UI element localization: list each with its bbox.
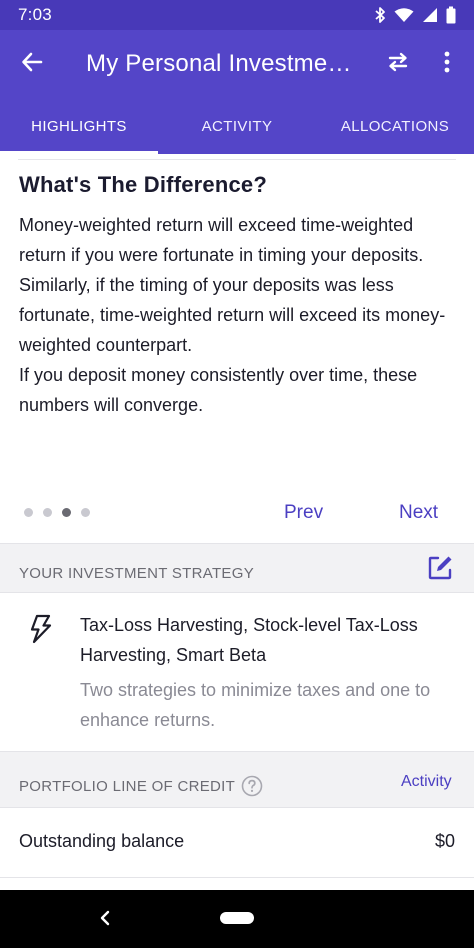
battery-icon — [446, 6, 456, 24]
app-bar: My Personal Investme… — [0, 30, 474, 98]
switch-account-button[interactable] — [380, 46, 416, 82]
nav-back-icon[interactable] — [98, 908, 112, 933]
help-circle-icon[interactable] — [241, 775, 263, 802]
page-dot — [43, 508, 52, 517]
balance-label: Outstanding balance — [19, 831, 185, 851]
highlight-pager: Prev Next — [0, 494, 474, 534]
status-time: 7:03 — [18, 5, 52, 24]
strategy-header-label: YOUR INVESTMENT STRATEGY — [19, 565, 255, 582]
tab-highlights[interactable]: HIGHLIGHTS — [0, 98, 158, 154]
tab-bar: HIGHLIGHTS ACTIVITY ALLOCATIONS — [0, 98, 474, 154]
page-dot-active — [62, 508, 71, 517]
more-vert-icon — [444, 51, 450, 78]
next-button[interactable]: Next — [399, 502, 438, 524]
edit-icon — [427, 555, 453, 586]
strategy-title: Tax-Loss Harvesting, Stock-level Tax-Los… — [80, 615, 418, 665]
credit-header-label: PORTFOLIO LINE OF CREDIT — [19, 778, 236, 795]
home-pill-icon[interactable] — [220, 912, 254, 924]
highlight-paragraph: Money-weighted return will exceed time-w… — [19, 215, 446, 355]
page-title: My Personal Investme… — [86, 50, 352, 77]
page-indicator — [24, 508, 90, 517]
highlight-paragraph: If you deposit money consistently over t… — [19, 365, 418, 415]
credit-activity-link[interactable]: Activity — [401, 773, 452, 791]
highlight-title: What's The Difference? — [19, 172, 268, 197]
signal-icon — [422, 7, 438, 23]
status-bar: 7:03 — [0, 0, 474, 30]
strategy-section-header: YOUR INVESTMENT STRATEGY — [0, 543, 474, 593]
back-arrow-icon — [21, 51, 43, 78]
bluetooth-icon — [374, 6, 386, 24]
highlight-body: Money-weighted return will exceed time-w… — [19, 210, 459, 420]
wifi-icon — [394, 7, 414, 23]
tab-activity[interactable]: ACTIVITY — [158, 98, 316, 154]
card-top-edge — [18, 154, 456, 160]
page-dot — [24, 508, 33, 517]
lightning-icon — [28, 614, 54, 649]
more-options-button[interactable] — [430, 46, 464, 82]
status-icons — [374, 6, 456, 24]
system-nav-bar — [0, 890, 474, 948]
page-dot — [81, 508, 90, 517]
strategy-description: Two strategies to minimize taxes and one… — [80, 680, 431, 730]
tab-allocations[interactable]: ALLOCATIONS — [316, 98, 474, 154]
balance-value: $0 — [434, 831, 455, 851]
credit-section-header: PORTFOLIO LINE OF CREDIT Activity — [0, 751, 474, 808]
prev-button[interactable]: Prev — [284, 502, 323, 524]
edit-strategy-button[interactable] — [424, 554, 456, 586]
swap-icon — [387, 51, 409, 78]
back-button[interactable] — [0, 30, 64, 98]
outstanding-balance-row: Outstanding balance $0 — [0, 808, 474, 878]
